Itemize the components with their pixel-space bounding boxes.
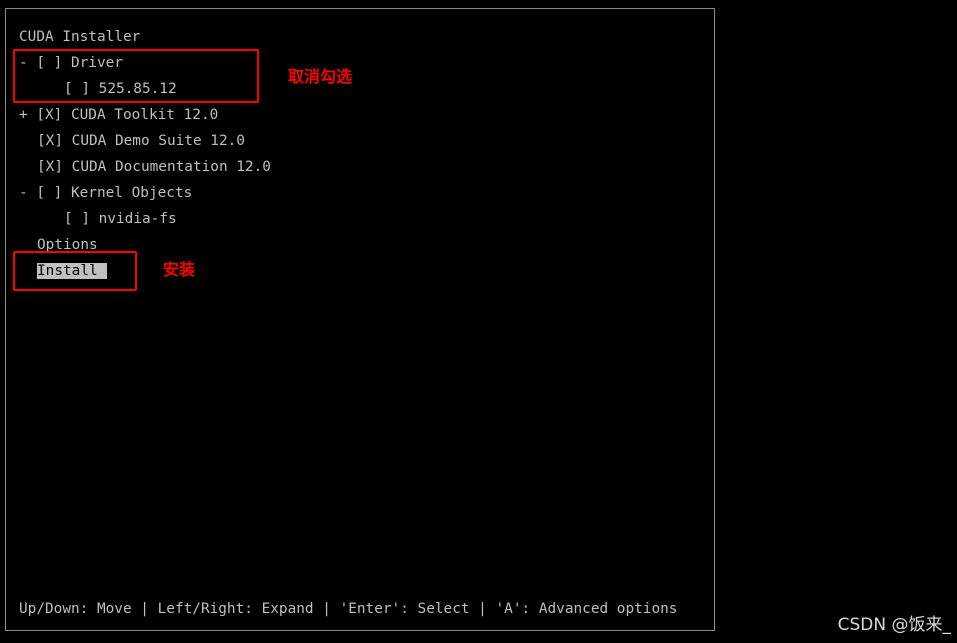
cuda-demo-suite-checkbox[interactable]: [X] bbox=[37, 133, 72, 149]
kernel-objects-checkbox[interactable]: - [ ] bbox=[19, 185, 71, 201]
cuda-toolkit-label: CUDA Toolkit 12.0 bbox=[70, 107, 219, 123]
cuda-documentation-checkbox[interactable]: [X] bbox=[37, 159, 72, 175]
menu-item-kernel-objects[interactable]: - [ ] Kernel Objects bbox=[19, 184, 192, 202]
cuda-documentation-label: CUDA Documentation 12.0 bbox=[71, 159, 271, 175]
menu-item-cuda-documentation[interactable]: [X] CUDA Documentation 12.0 bbox=[37, 158, 271, 176]
csdn-watermark: CSDN @饭来_ bbox=[837, 615, 951, 635]
kernel-objects-label: Kernel Objects bbox=[70, 185, 193, 201]
menu-item-cuda-toolkit[interactable]: + [X] CUDA Toolkit 12.0 bbox=[19, 106, 218, 124]
installer-title: CUDA Installer bbox=[19, 29, 141, 45]
install-annotation-box bbox=[13, 251, 137, 291]
help-bar: Up/Down: Move | Left/Right: Expand | 'En… bbox=[19, 601, 678, 617]
menu-item-nvidia-fs[interactable]: [ ] nvidia-fs bbox=[64, 210, 177, 228]
uncheck-annotation-label: 取消勾选 bbox=[288, 67, 353, 86]
cuda-toolkit-checkbox[interactable]: + [X] bbox=[19, 107, 71, 123]
nvidia-fs-checkbox[interactable]: [ ] bbox=[64, 211, 99, 227]
cuda-demo-suite-label: CUDA Demo Suite 12.0 bbox=[71, 133, 245, 149]
nvidia-fs-label: nvidia-fs bbox=[98, 211, 177, 227]
uncheck-annotation-box bbox=[13, 49, 259, 103]
menu-item-cuda-demo-suite[interactable]: [X] CUDA Demo Suite 12.0 bbox=[37, 132, 245, 150]
install-annotation-label: 安装 bbox=[163, 260, 196, 279]
